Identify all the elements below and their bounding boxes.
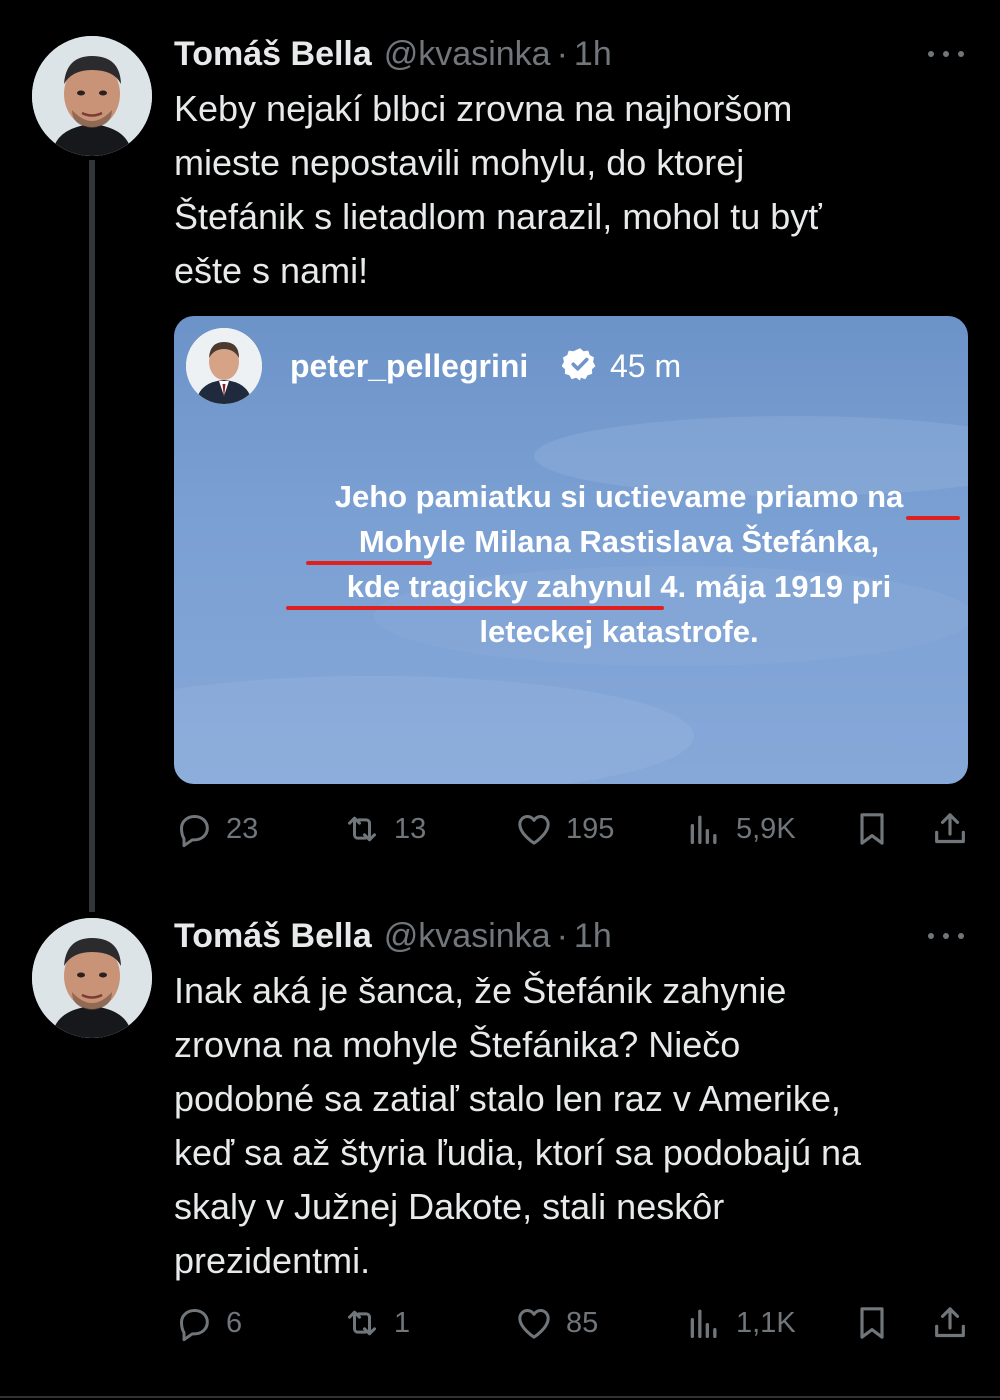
- tweet-time[interactable]: 1h: [574, 917, 612, 956]
- separator-dot: ·: [556, 34, 568, 73]
- bookmark-button[interactable]: [852, 1298, 892, 1348]
- separator-dot: ·: [556, 916, 568, 955]
- like-count: 85: [566, 1306, 599, 1339]
- views-icon: [690, 815, 717, 844]
- tweet-1[interactable]: Tomáš Bella @kvasinka · 1h Keby nejakí b…: [0, 0, 1000, 900]
- author-handle[interactable]: @kvasinka: [384, 917, 551, 956]
- reply-button[interactable]: 23: [174, 804, 258, 854]
- tweet-text: Keby nejakí blbci zrovna na najhoršom mi…: [174, 88, 822, 291]
- bookmark-icon: [860, 813, 884, 845]
- repost-button[interactable]: 1: [342, 1298, 410, 1348]
- views-count: 1,1K: [736, 1306, 796, 1339]
- verified-icon: [562, 348, 596, 381]
- reply-count: 6: [226, 1306, 243, 1339]
- more-icon[interactable]: [928, 916, 964, 956]
- bookmark-button[interactable]: [852, 804, 892, 854]
- red-underline: [286, 606, 664, 610]
- author-handle[interactable]: @kvasinka: [384, 35, 551, 74]
- views-icon: [690, 1309, 717, 1338]
- author-avatar[interactable]: [32, 918, 152, 1038]
- red-underline: [306, 561, 432, 565]
- reply-icon: [180, 815, 209, 848]
- reply-button[interactable]: 6: [174, 1298, 242, 1348]
- caption-line: leteckej katastrofe.: [479, 614, 759, 649]
- tweet-time[interactable]: 1h: [574, 35, 612, 74]
- tweet-header: Tomáš Bella @kvasinka · 1h: [174, 34, 612, 74]
- quote-avatar[interactable]: [186, 328, 262, 404]
- like-icon: [518, 815, 550, 845]
- share-button[interactable]: [930, 804, 970, 854]
- like-button[interactable]: 195: [514, 804, 614, 854]
- quote-time: 45 m: [610, 348, 682, 384]
- repost-icon: [348, 1310, 376, 1336]
- share-icon: [935, 813, 965, 844]
- like-icon: [518, 1309, 550, 1339]
- more-icon[interactable]: [928, 34, 964, 74]
- author-avatar[interactable]: [32, 36, 152, 156]
- tweet-actions: 23 13 195 5,9K: [174, 804, 974, 854]
- caption-line: Mohyle Milana Rastislava Štefánka,: [358, 524, 880, 559]
- reply-count: 23: [226, 812, 259, 845]
- caption-line: kde tragicky zahynul 4. mája 1919 pri: [346, 569, 892, 604]
- share-button[interactable]: [930, 1298, 970, 1348]
- repost-count: 13: [394, 812, 427, 845]
- share-icon: [935, 1307, 965, 1338]
- red-underline: [906, 516, 960, 520]
- repost-button[interactable]: 13: [342, 804, 426, 854]
- author-name[interactable]: Tomáš Bella: [174, 35, 372, 74]
- repost-count: 1: [394, 1306, 411, 1339]
- caption-line: Jeho pamiatku si uctievame priamo na: [334, 479, 904, 514]
- views-button[interactable]: 5,9K: [684, 804, 796, 854]
- tweet-media[interactable]: peter_pellegrini 45 m Jeho pamiatku si u…: [174, 316, 968, 784]
- like-button[interactable]: 85: [514, 1298, 598, 1348]
- divider: [0, 1396, 1000, 1398]
- repost-icon: [348, 816, 376, 842]
- views-count: 5,9K: [736, 812, 796, 845]
- author-name[interactable]: Tomáš Bella: [174, 917, 372, 956]
- reply-icon: [180, 1309, 209, 1342]
- quote-username: peter_pellegrini: [290, 348, 529, 384]
- like-count: 195: [566, 812, 615, 845]
- tweet-header: Tomáš Bella @kvasinka · 1h: [174, 916, 612, 956]
- tweet-text: Inak aká je šanca, že Štefánik zahynie z…: [174, 970, 862, 1281]
- tweet-actions: 6 1 85 1,1K: [174, 1298, 974, 1348]
- views-button[interactable]: 1,1K: [684, 1298, 796, 1348]
- bookmark-icon: [860, 1307, 884, 1339]
